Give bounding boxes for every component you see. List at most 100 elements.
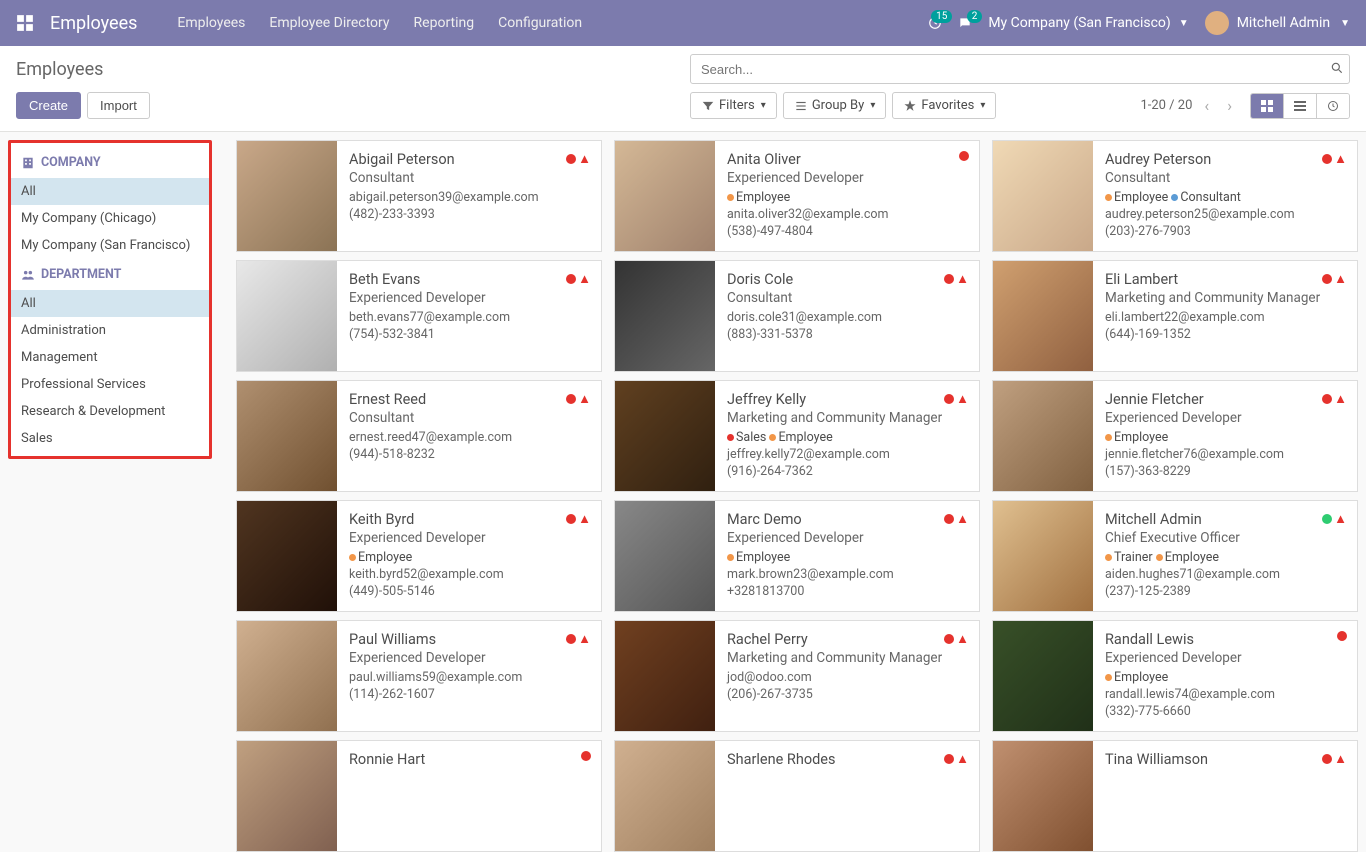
employee-email: anita.oliver32@example.com (727, 207, 967, 222)
employee-card[interactable]: Randall Lewis Experienced Developer Empl… (992, 620, 1358, 732)
employee-email: aiden.hughes71@example.com (1105, 567, 1345, 582)
employee-photo (615, 381, 715, 491)
employee-card[interactable]: ▲ Audrey Peterson Consultant Employee Co… (992, 140, 1358, 252)
sidebar-dept-prof[interactable]: Professional Services (11, 371, 209, 398)
employee-title: Experienced Developer (1105, 650, 1345, 666)
card-indicators (1337, 631, 1347, 641)
employee-card[interactable]: ▲ Mitchell Admin Chief Executive Officer… (992, 500, 1358, 612)
employee-photo (237, 621, 337, 731)
activity-icon[interactable]: 15 (928, 16, 942, 30)
employee-card[interactable]: ▲ Paul Williams Experienced Developer pa… (236, 620, 602, 732)
status-dot-offline (944, 274, 954, 284)
sidebar-dept-admin[interactable]: Administration (11, 317, 209, 344)
employee-tags: Trainer Employee (1105, 550, 1345, 565)
search-input[interactable] (690, 54, 1350, 84)
employee-card[interactable]: ▲ Ernest Reed Consultant ernest.reed47@e… (236, 380, 602, 492)
employee-card[interactable]: ▲ Beth Evans Experienced Developer beth.… (236, 260, 602, 372)
status-dot-offline (566, 154, 576, 164)
status-dot-offline (566, 274, 576, 284)
warning-icon: ▲ (578, 391, 591, 407)
employee-card[interactable]: ▲ Keith Byrd Experienced Developer Emplo… (236, 500, 602, 612)
filters-dropdown[interactable]: Filters ▾ (690, 92, 777, 119)
employee-phone: (644)-169-1352 (1105, 327, 1345, 342)
card-indicators (581, 751, 591, 761)
pager-prev[interactable]: ‹ (1198, 92, 1215, 119)
menu-configuration[interactable]: Configuration (498, 15, 582, 31)
employee-title: Experienced Developer (349, 530, 589, 546)
sidebar-company-chicago[interactable]: My Company (Chicago) (11, 205, 209, 232)
create-button[interactable]: Create (16, 92, 81, 119)
employee-phone: (332)-775-6660 (1105, 704, 1345, 719)
menu-directory[interactable]: Employee Directory (269, 15, 389, 31)
pager-next[interactable]: › (1221, 92, 1238, 119)
employee-name: Doris Cole (727, 271, 967, 288)
employee-title: Consultant (727, 290, 967, 306)
employee-card[interactable]: ▲ Jeffrey Kelly Marketing and Community … (614, 380, 980, 492)
sidebar-dept-all[interactable]: All (11, 290, 209, 317)
sidebar-company-all[interactable]: All (11, 178, 209, 205)
warning-icon: ▲ (1334, 151, 1347, 167)
employee-photo (993, 141, 1093, 251)
employee-card[interactable]: ▲ Eli Lambert Marketing and Community Ma… (992, 260, 1358, 372)
menu-reporting[interactable]: Reporting (414, 15, 475, 31)
employee-card[interactable]: ▲ Tina Williamson (992, 740, 1358, 852)
employee-card[interactable]: ▲ Sharlene Rhodes (614, 740, 980, 852)
view-switcher (1250, 93, 1350, 119)
status-dot-online (1322, 514, 1332, 524)
apps-icon[interactable] (16, 14, 34, 32)
employee-card[interactable]: ▲ Doris Cole Consultant doris.cole31@exa… (614, 260, 980, 372)
employee-title: Marketing and Community Manager (727, 410, 967, 426)
favorites-dropdown[interactable]: Favorites ▾ (892, 92, 996, 119)
card-indicators: ▲ (944, 511, 969, 527)
employee-name: Jennie Fletcher (1105, 391, 1345, 408)
sidebar-dept-sales[interactable]: Sales (11, 425, 209, 452)
card-indicators: ▲ (944, 271, 969, 287)
messages-icon[interactable]: 2 (958, 16, 972, 30)
status-dot-offline (1322, 154, 1332, 164)
status-dot-offline (1322, 274, 1332, 284)
view-kanban[interactable] (1251, 94, 1284, 118)
employee-tags: Employee (1105, 670, 1345, 685)
employee-card[interactable]: Anita Oliver Experienced Developer Emplo… (614, 140, 980, 252)
user-menu[interactable]: Mitchell Admin ▼ (1205, 11, 1350, 35)
employee-title: Experienced Developer (1105, 410, 1345, 426)
employee-email: mark.brown23@example.com (727, 567, 967, 582)
card-indicators: ▲ (566, 151, 591, 167)
employee-card[interactable]: ▲ Rachel Perry Marketing and Community M… (614, 620, 980, 732)
warning-icon: ▲ (578, 511, 591, 527)
card-indicators: ▲ (1322, 391, 1347, 407)
warning-icon: ▲ (1334, 391, 1347, 407)
employee-phone: (237)-125-2389 (1105, 584, 1345, 599)
menu-employees[interactable]: Employees (177, 15, 245, 31)
employee-phone: (944)-518-8232 (349, 447, 589, 462)
employee-email: ernest.reed47@example.com (349, 430, 589, 445)
employee-name: Keith Byrd (349, 511, 589, 528)
employee-photo (993, 501, 1093, 611)
app-brand[interactable]: Employees (50, 13, 137, 34)
search-icon[interactable] (1330, 60, 1344, 75)
chevron-down-icon: ▼ (1340, 18, 1350, 29)
company-switcher[interactable]: My Company (San Francisco) ▼ (988, 15, 1188, 31)
view-activity[interactable] (1317, 94, 1349, 118)
groupby-dropdown[interactable]: Group By ▾ (783, 92, 887, 119)
employee-title: Experienced Developer (727, 170, 967, 186)
warning-icon: ▲ (1334, 271, 1347, 287)
card-indicators: ▲ (944, 391, 969, 407)
sidebar-company-sf[interactable]: My Company (San Francisco) (11, 232, 209, 259)
employee-name: Jeffrey Kelly (727, 391, 967, 408)
employee-title: Experienced Developer (349, 290, 589, 306)
employee-phone: (157)-363-8229 (1105, 464, 1345, 479)
status-dot-offline (944, 514, 954, 524)
employee-card[interactable]: ▲ Marc Demo Experienced Developer Employ… (614, 500, 980, 612)
import-button[interactable]: Import (87, 92, 150, 119)
view-list[interactable] (1284, 94, 1317, 118)
employee-email: jod@odoo.com (727, 670, 967, 685)
card-indicators: ▲ (1322, 151, 1347, 167)
employee-phone: (754)-532-3841 (349, 327, 589, 342)
sidebar-dept-rd[interactable]: Research & Development (11, 398, 209, 425)
employee-card[interactable]: Ronnie Hart (236, 740, 602, 852)
sidebar-dept-mgmt[interactable]: Management (11, 344, 209, 371)
employee-card[interactable]: ▲ Abigail Peterson Consultant abigail.pe… (236, 140, 602, 252)
warning-icon: ▲ (956, 391, 969, 407)
employee-card[interactable]: ▲ Jennie Fletcher Experienced Developer … (992, 380, 1358, 492)
